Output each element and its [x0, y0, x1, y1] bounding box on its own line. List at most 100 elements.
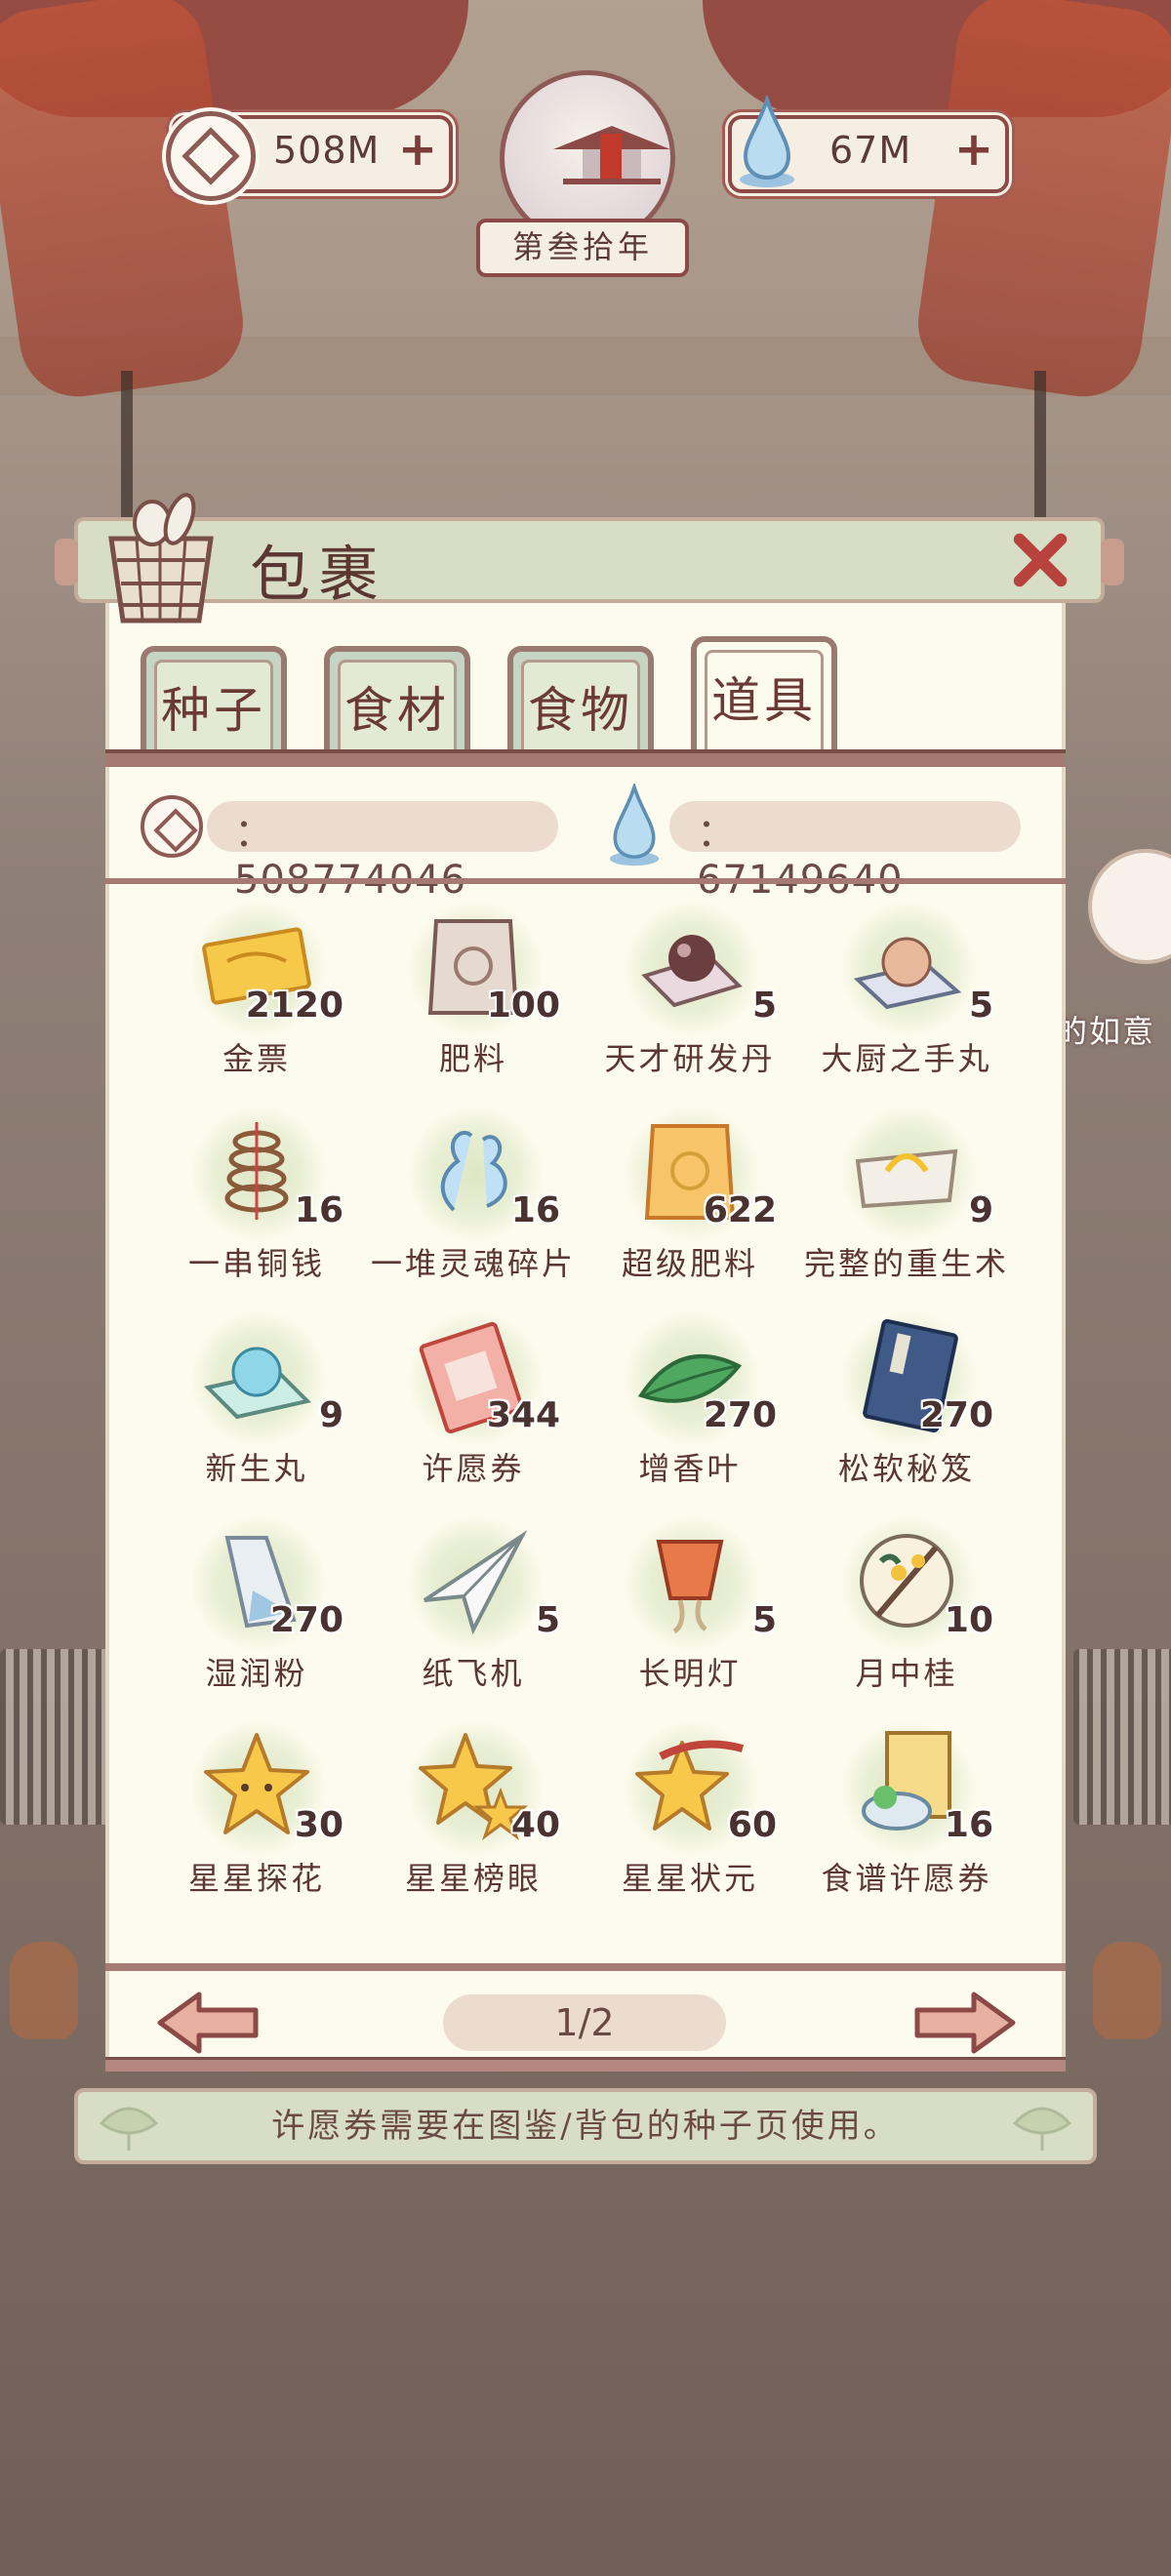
item-count: 5	[751, 986, 777, 1026]
panel-header: 包裹	[55, 493, 1124, 624]
tab-food-label: 食物	[528, 682, 633, 739]
spirit-drop-icon	[609, 784, 660, 866]
item-count: 9	[968, 1190, 993, 1230]
tab-ingredients[interactable]: 食材	[324, 646, 470, 753]
vase-right	[1093, 1942, 1161, 2039]
inventory-item[interactable]: 622 超级肥料	[582, 1093, 798, 1298]
year-badge[interactable]: 第叁拾年	[476, 70, 693, 277]
item-name: 松软秘笈	[837, 1450, 975, 1487]
item-name: 一堆灵魂碎片	[370, 1245, 576, 1282]
spirit-drop-icon	[740, 96, 794, 187]
tab-food[interactable]: 食物	[507, 646, 654, 753]
coin-value: 508M	[273, 129, 381, 172]
resource-divider	[105, 878, 1066, 884]
ginkgo-leaf-icon	[1012, 2107, 1072, 2151]
shelf-left	[0, 1649, 117, 1825]
coin-counter: 508M +	[166, 111, 453, 201]
item-count: 16	[294, 1190, 343, 1230]
inventory-item[interactable]: 5 大厨之手丸	[798, 888, 1015, 1093]
panel-bottom-edge	[105, 2057, 1066, 2072]
item-count: 40	[510, 1805, 560, 1845]
panel-title: 包裹	[250, 539, 387, 610]
item-count: 16	[510, 1190, 560, 1230]
item-name: 超级肥料	[621, 1245, 758, 1282]
inventory-item[interactable]: 2120 金票	[148, 888, 365, 1093]
item-count: 270	[269, 1600, 343, 1640]
item-name: 长明灯	[638, 1655, 742, 1692]
inventory-item[interactable]: 270 湿润粉	[148, 1503, 365, 1708]
item-name: 许愿券	[422, 1450, 525, 1487]
pavilion-icon	[553, 126, 670, 184]
item-count: 344	[486, 1395, 560, 1435]
inventory-item[interactable]: 40 星星榜眼	[365, 1708, 582, 1912]
item-name: 星星探花	[187, 1860, 325, 1897]
page-indicator: 1/2	[443, 1994, 726, 2051]
inventory-item[interactable]: 9 完整的重生术	[798, 1093, 1015, 1298]
inventory-item[interactable]: 60 星星状元	[582, 1708, 798, 1912]
prev-page-arrow-icon[interactable]	[154, 1989, 262, 2057]
inventory-item[interactable]: 16 一堆灵魂碎片	[365, 1093, 582, 1298]
resource-row: ：508774046 ：67149640	[105, 766, 1066, 903]
item-name: 完整的重生术	[803, 1245, 1009, 1282]
item-name: 纸飞机	[422, 1655, 525, 1692]
rebirth-pill-icon	[204, 1347, 311, 1420]
scroll-end-right	[1101, 539, 1124, 585]
tip-text: 许愿券需要在图鉴/背包的种子页使用。	[271, 2107, 900, 2146]
item-name: 金票	[222, 1040, 291, 1077]
item-count: 5	[751, 1600, 777, 1640]
item-count: 622	[703, 1190, 777, 1230]
item-name: 星星状元	[621, 1860, 758, 1897]
item-count: 60	[727, 1805, 777, 1845]
item-count: 30	[294, 1805, 343, 1845]
spirit-value: 67M	[829, 129, 912, 172]
inventory-item[interactable]: 10 月中桂	[798, 1503, 1015, 1708]
scroll-end-left	[55, 539, 78, 585]
item-count: 16	[944, 1805, 993, 1845]
item-count: 5	[968, 986, 993, 1026]
inventory-item[interactable]: 344 许愿券	[365, 1298, 582, 1503]
close-button[interactable]	[1007, 529, 1070, 591]
spirit-counter: 67M +	[728, 96, 1009, 193]
item-count: 10	[944, 1600, 993, 1640]
shelf-right	[1073, 1649, 1171, 1825]
vase-left	[10, 1942, 78, 2039]
item-count: 270	[919, 1395, 993, 1435]
tab-seeds[interactable]: 种子	[141, 646, 287, 753]
item-count: 100	[486, 986, 560, 1026]
item-count: 5	[535, 1600, 560, 1640]
inventory-item[interactable]: 270 增香叶	[582, 1298, 798, 1503]
coin-icon	[141, 795, 203, 858]
coin-icon	[166, 111, 256, 201]
item-count: 2120	[245, 986, 343, 1026]
item-name: 大厨之手丸	[821, 1040, 992, 1077]
inventory-item[interactable]: 9 新生丸	[148, 1298, 365, 1503]
add-coins-button[interactable]: +	[396, 126, 439, 173]
inventory-item[interactable]: 5 纸飞机	[365, 1503, 582, 1708]
side-label: 的如意	[1056, 1013, 1156, 1050]
item-count: 270	[703, 1395, 777, 1435]
pager-divider	[105, 1963, 1066, 1971]
inventory-item[interactable]: 30 星星探花	[148, 1708, 365, 1912]
inventory-item[interactable]: 16 一串铜钱	[148, 1093, 365, 1298]
inventory-item[interactable]: 5 长明灯	[582, 1503, 798, 1708]
next-page-arrow-icon[interactable]	[911, 1989, 1019, 2057]
add-spirit-button[interactable]: +	[952, 126, 995, 173]
tab-ingredients-label: 食材	[344, 682, 450, 739]
tab-props-label: 道具	[711, 672, 817, 729]
item-name: 湿润粉	[205, 1655, 308, 1692]
item-name: 天才研发丹	[604, 1040, 776, 1077]
inventory-item[interactable]: 5 天才研发丹	[582, 888, 798, 1093]
item-name: 肥料	[438, 1040, 507, 1077]
item-name: 一串铜钱	[187, 1245, 325, 1282]
inventory-item[interactable]: 16 食谱许愿券	[798, 1708, 1015, 1912]
inventory-item[interactable]: 100 肥料	[365, 888, 582, 1093]
tab-seeds-label: 种子	[161, 682, 266, 739]
item-name: 月中桂	[855, 1655, 958, 1692]
tab-divider	[105, 749, 1066, 767]
item-name: 增香叶	[638, 1450, 742, 1487]
tab-props[interactable]: 道具	[691, 636, 837, 753]
inventory-item[interactable]: 270 松软秘笈	[798, 1298, 1015, 1503]
inventory-panel: 包裹 种子 食材 食物 道具 ：508774046 ：67149640 2120…	[55, 493, 1124, 2072]
genius-pill-icon	[641, 935, 743, 1008]
chef-pill-icon	[853, 937, 962, 1010]
